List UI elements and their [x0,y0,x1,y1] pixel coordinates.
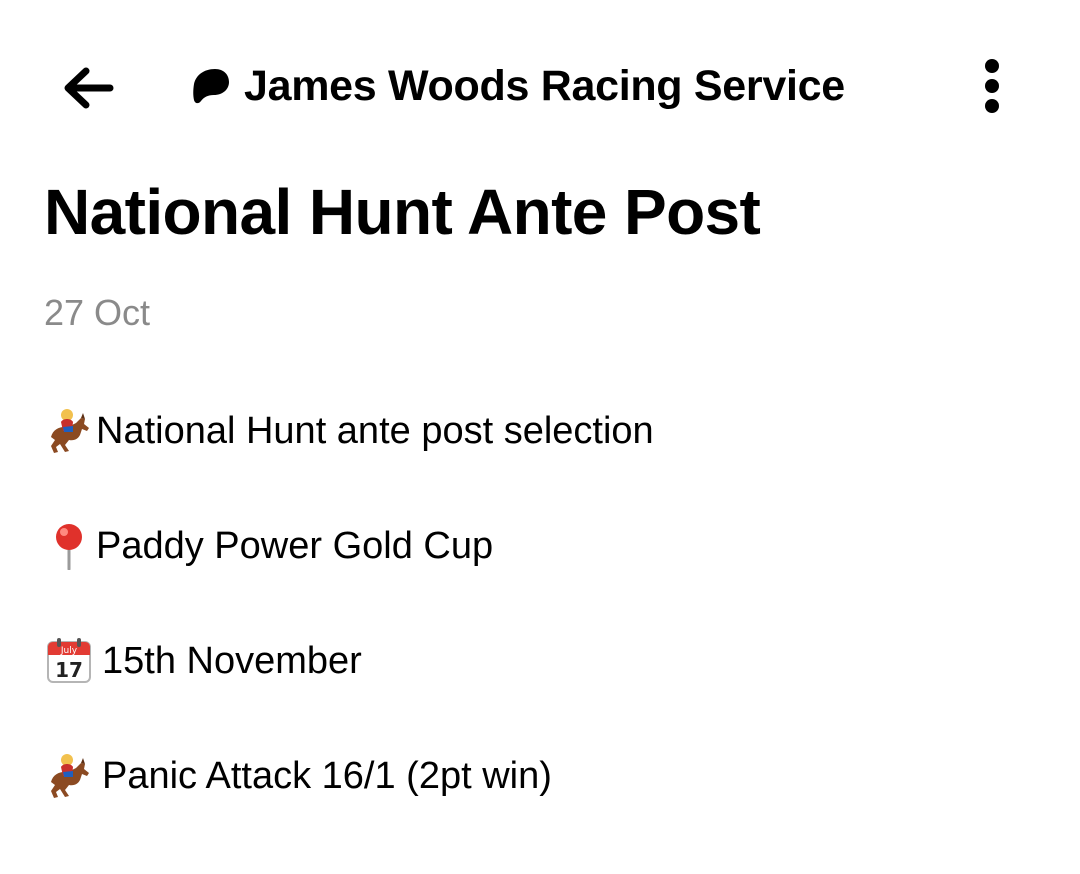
post-line: Paddy Power Gold Cup [44,521,493,571]
post-title: National Hunt Ante Post [44,176,761,248]
vertical-ellipsis-icon [985,59,999,113]
post-line-text: Paddy Power Gold Cup [96,525,494,567]
horse-racing-icon [44,406,94,456]
back-button[interactable] [56,56,120,120]
more-options-button[interactable] [962,54,1022,118]
calendar-icon-month: July [60,646,78,656]
post-line-text: National Hunt ante post selection [96,410,654,452]
post-line: National Hunt ante post selection [44,406,654,456]
post-line: Panic Attack 16/1 (2pt win) [44,751,552,801]
calendar-icon: July 17 [44,636,94,686]
top-navigation-bar: James Woods Racing Service [0,0,1080,170]
post-line: July 17 15th November [44,636,362,686]
post-date: 27 Oct [44,292,151,333]
horse-racing-icon [44,751,94,801]
post-line-text: Panic Attack 16/1 (2pt win) [102,755,552,797]
creator-header[interactable]: James Woods Racing Service [190,58,845,114]
arrow-left-icon [64,67,114,109]
creator-name: James Woods Racing Service [244,61,845,110]
post-line-text: 15th November [102,640,362,682]
patreon-logo-icon [190,65,232,107]
round-pushpin-icon [44,521,94,571]
calendar-icon-day: 17 [55,658,83,682]
